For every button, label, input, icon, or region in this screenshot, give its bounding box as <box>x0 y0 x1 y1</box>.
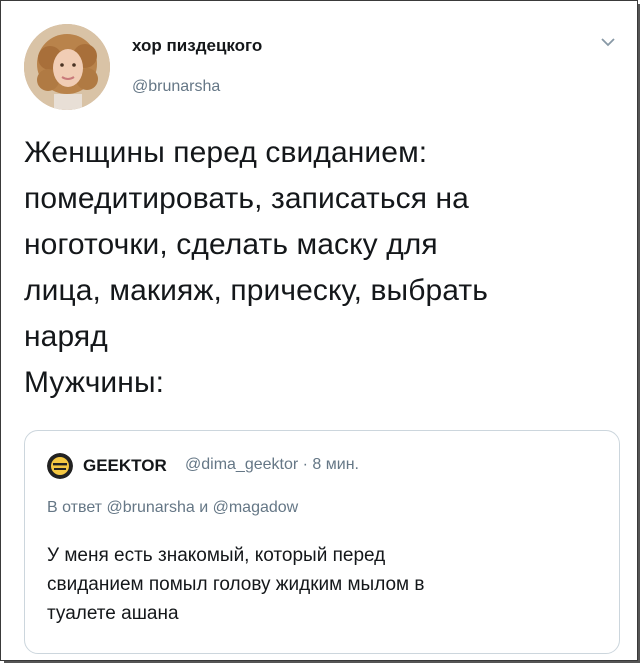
reply-user-link-2[interactable]: @magadow <box>213 499 299 516</box>
chevron-down-icon[interactable] <box>600 36 616 48</box>
emoji-avatar-icon <box>47 453 73 479</box>
quoted-meta: @dima_geektor · 8 мин. <box>185 456 359 473</box>
tweet-header: хор пиздецкого @brunarsha <box>24 24 624 114</box>
quoted-display-name[interactable]: GEEKTOR <box>83 456 167 476</box>
reply-to-line: В ответ @brunarsha и @magadow <box>47 499 298 517</box>
reply-user-link-1[interactable]: @brunarsha <box>106 499 194 516</box>
user-avatar[interactable] <box>24 24 110 110</box>
quoted-tweet[interactable]: GEEKTOR @dima_geektor · 8 мин. В ответ @… <box>24 430 620 654</box>
tweet-text: Женщины перед свиданием: помедитировать,… <box>24 136 488 399</box>
avatar-photo-icon <box>24 24 110 110</box>
user-handle[interactable]: @brunarsha <box>132 78 220 96</box>
reply-joiner: и <box>199 499 209 516</box>
display-name[interactable]: хор пиздецкого <box>132 36 262 56</box>
reply-prefix: В ответ <box>47 499 103 516</box>
quoted-text: У меня есть знакомый, который перед свид… <box>47 545 425 624</box>
